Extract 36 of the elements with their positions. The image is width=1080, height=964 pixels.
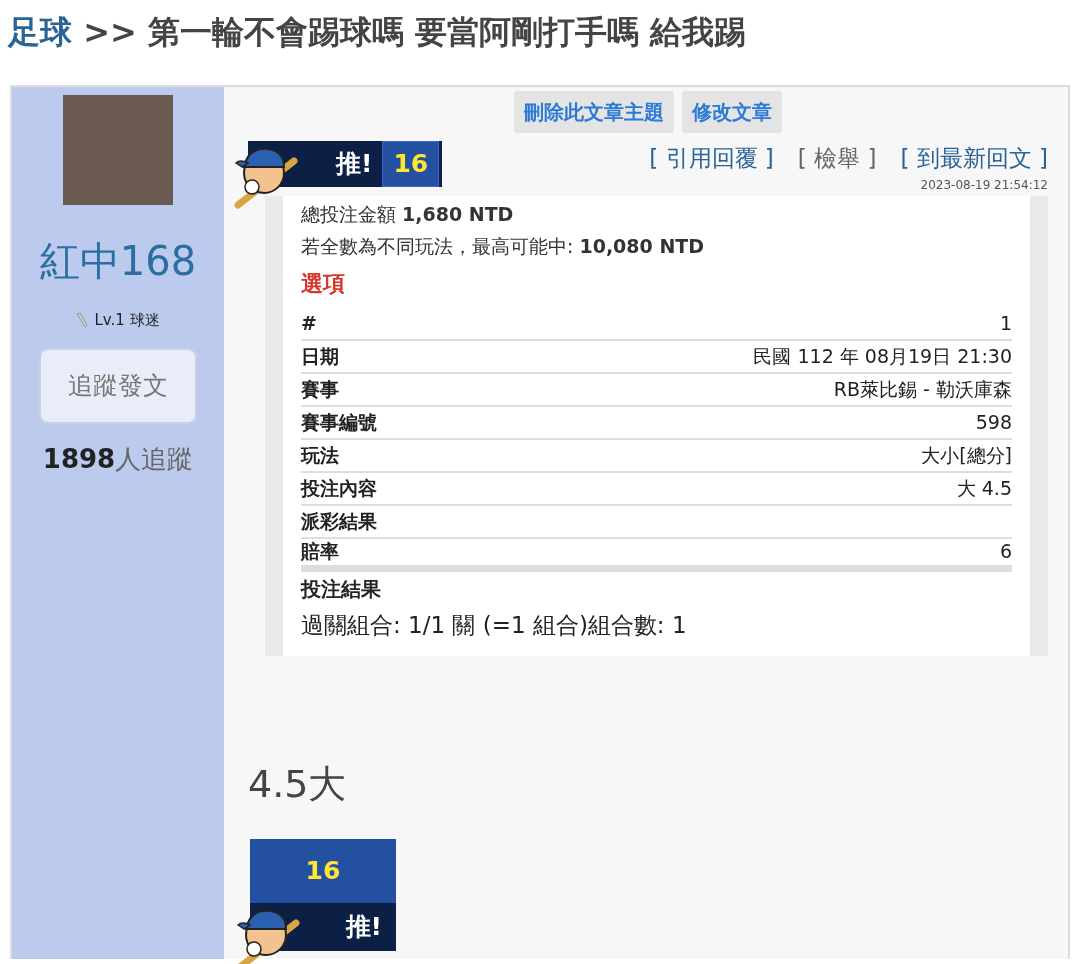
row-value: 6 bbox=[999, 539, 1012, 565]
action-button[interactable]: 修改文章 bbox=[682, 91, 782, 133]
row-value: 598 bbox=[975, 409, 1012, 435]
author-level: Lv.1 球迷 bbox=[94, 310, 160, 331]
post-timestamp: 2023-08-19 21:54:12 bbox=[920, 176, 1048, 194]
follower-count: 1898人追蹤 bbox=[42, 442, 194, 476]
pencil-icon bbox=[76, 313, 89, 328]
reply-link[interactable]: [ 引用回覆 ] bbox=[649, 141, 774, 176]
follow-button[interactable]: 追蹤發文 bbox=[39, 347, 197, 424]
row-value: 1 bbox=[999, 310, 1012, 336]
options-heading: 選項 bbox=[301, 269, 346, 298]
row-label: 日期 bbox=[301, 343, 339, 369]
push-button[interactable]: 16 推! bbox=[250, 839, 396, 951]
row-label: # bbox=[301, 310, 317, 336]
row-label: 玩法 bbox=[301, 442, 339, 468]
bet-total: 總投注金額 1,680 NTD bbox=[301, 201, 515, 227]
post-body: 4.5大 bbox=[248, 761, 348, 808]
author-name: 紅中168 bbox=[39, 237, 197, 286]
row-label: 投注內容 bbox=[301, 475, 377, 501]
row-value: 民國 112 年 08月19日 21:30 bbox=[753, 343, 1012, 369]
result-heading: 投注結果 bbox=[301, 575, 382, 603]
row-label: 賽事 bbox=[301, 376, 339, 402]
parlay-combination: 過關組合: 1/1 關 (=1 組合)組合數: 1 bbox=[301, 610, 688, 640]
action-button[interactable]: 刪除此文章主題 bbox=[514, 91, 674, 133]
bet-max-payout: 若全數為不同玩法，最高可能中: 10,080 NTD bbox=[301, 234, 706, 259]
row-value: RB萊比錫 - 勒沃庫森 bbox=[833, 376, 1012, 402]
reply-link[interactable]: [ 檢舉 ] bbox=[797, 141, 877, 176]
row-label: 賽事編號 bbox=[301, 409, 377, 435]
row-value: 大小[總分] bbox=[921, 442, 1012, 468]
topic-title: 第一輪不會踢球嗎 要當阿剛打手嗎 給我踢 bbox=[147, 13, 747, 51]
reply-link[interactable]: [ 到最新回文 ] bbox=[900, 141, 1048, 176]
row-value: 大 4.5 bbox=[956, 475, 1012, 501]
breadcrumb-separator: >> bbox=[83, 13, 137, 51]
row-label: 賠率 bbox=[301, 539, 339, 565]
category-link[interactable]: 足球 bbox=[8, 13, 72, 51]
row-label: 派彩結果 bbox=[301, 508, 377, 534]
